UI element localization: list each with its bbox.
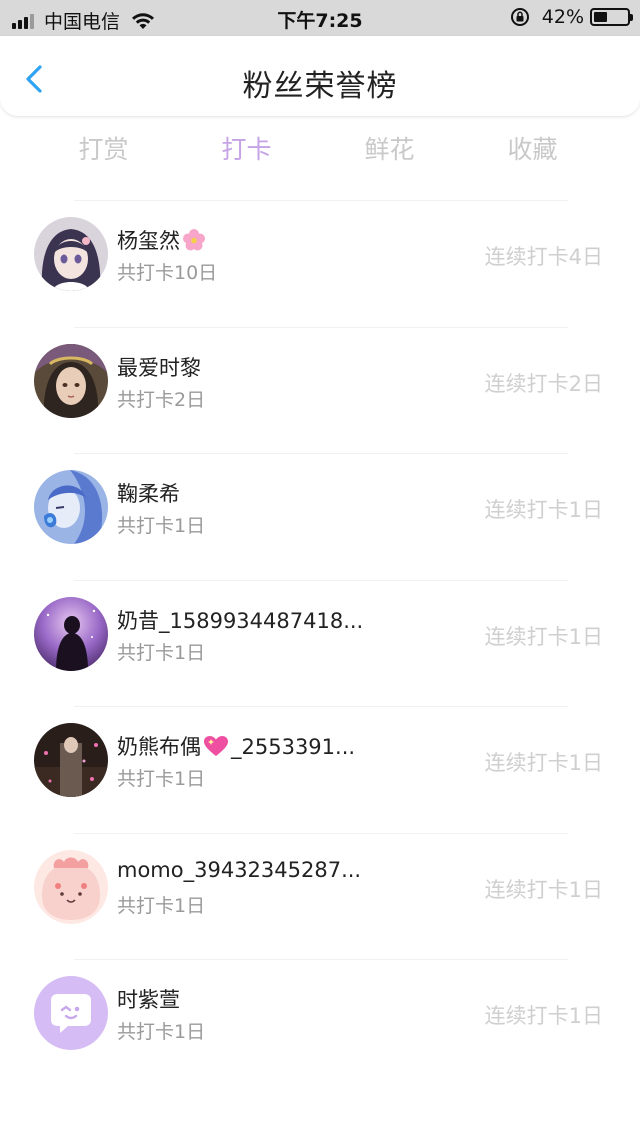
fan-name: 最爱时黎 bbox=[117, 355, 201, 380]
battery-icon bbox=[590, 8, 633, 26]
list-item[interactable]: momo_39432345287... 共打卡1日 连续打卡1日 bbox=[0, 832, 640, 960]
fan-name: 鞠柔希 bbox=[117, 482, 180, 506]
fan-name: 时紫萱 bbox=[117, 988, 180, 1012]
status-right: 42% bbox=[510, 6, 633, 28]
total-checkin-days: 共打卡1日 bbox=[117, 515, 206, 537]
total-checkin-days: 共打卡1日 bbox=[117, 641, 206, 664]
total-checkin-days: 共打卡10日 bbox=[117, 262, 218, 284]
total-checkin-days: 共打卡1日 bbox=[117, 894, 206, 917]
streak-days: 连续打卡1日 bbox=[484, 751, 603, 775]
battery-percent: 42% bbox=[541, 6, 584, 28]
total-checkin-days: 共打卡1日 bbox=[117, 768, 206, 790]
list-item[interactable]: 最爱时黎 共打卡2日 连续打卡2日 bbox=[0, 326, 640, 454]
avatar[interactable] bbox=[34, 849, 108, 924]
streak-days: 连续打卡1日 bbox=[484, 624, 603, 649]
tab-flowers[interactable]: 鲜花 bbox=[318, 130, 461, 170]
sparkling-heart-icon bbox=[204, 736, 228, 756]
fan-name: momo_39432345287... bbox=[117, 857, 362, 882]
streak-days: 连续打卡2日 bbox=[484, 371, 603, 396]
tab-favorites[interactable]: 收藏 bbox=[461, 130, 604, 170]
page-title: 粉丝荣誉榜 bbox=[242, 69, 398, 104]
tab-reward[interactable]: 打赏 bbox=[32, 130, 175, 170]
list-item[interactable]: 鞠柔希 共打卡1日 连续打卡1日 bbox=[0, 453, 640, 580]
list-item[interactable]: 奶熊布偶 _2553391... 共打卡1日 连续打卡1日 bbox=[0, 706, 640, 833]
status-bar: 中国电信 下午7:25 42% bbox=[0, 0, 640, 36]
streak-days: 连续打卡4日 bbox=[484, 245, 603, 269]
rotation-lock-icon bbox=[510, 8, 529, 26]
avatar[interactable] bbox=[34, 470, 108, 544]
avatar[interactable] bbox=[34, 217, 108, 291]
list-item[interactable]: 奶昔_1589934487418... 共打卡1日 连续打卡1日 bbox=[0, 579, 640, 707]
list-item[interactable]: 杨玺然 共打卡10日 连续打卡4日 bbox=[0, 200, 640, 327]
tab-checkin[interactable]: 打卡 bbox=[175, 130, 318, 170]
streak-days: 连续打卡1日 bbox=[484, 877, 603, 902]
fan-name: 奶熊布偶 _2553391... bbox=[117, 735, 356, 759]
avatar[interactable] bbox=[34, 596, 108, 671]
cherry-blossom-icon bbox=[183, 229, 205, 251]
avatar[interactable] bbox=[34, 723, 108, 797]
fan-name: 杨玺然 bbox=[117, 225, 206, 255]
avatar[interactable] bbox=[34, 976, 108, 1050]
fan-list: 杨玺然 共打卡10日 连续打卡4日 最爱时黎 共打卡2日 连续打卡2日 鞠柔希 … bbox=[0, 200, 640, 1086]
avatar[interactable] bbox=[34, 343, 108, 418]
streak-days: 连续打卡1日 bbox=[484, 498, 603, 522]
total-checkin-days: 共打卡1日 bbox=[117, 1021, 206, 1043]
fan-name: 奶昔_1589934487418... bbox=[117, 608, 364, 633]
list-item[interactable]: 时紫萱 共打卡1日 连续打卡1日 bbox=[0, 959, 640, 1086]
streak-days: 连续打卡1日 bbox=[484, 1004, 603, 1028]
tab-bar: 打赏 打卡 鲜花 收藏 bbox=[32, 130, 632, 170]
nav-header: 粉丝荣誉榜 bbox=[0, 36, 640, 116]
total-checkin-days: 共打卡2日 bbox=[117, 388, 206, 411]
